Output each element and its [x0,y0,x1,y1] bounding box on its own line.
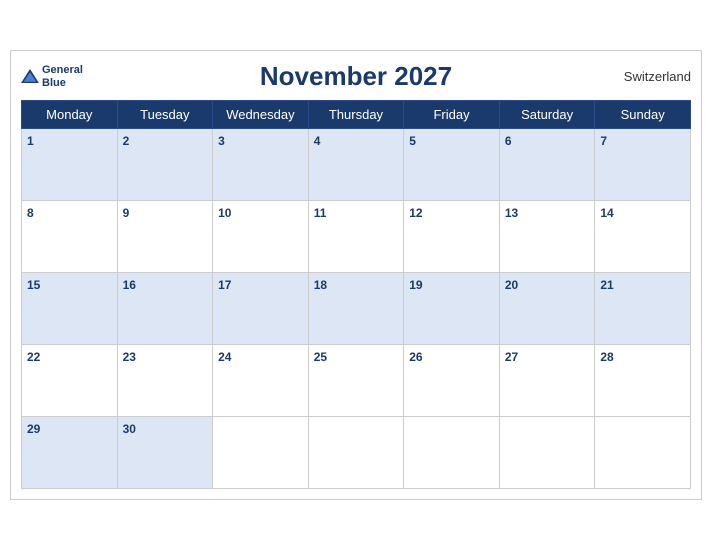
header-saturday: Saturday [499,101,595,129]
general-blue-logo-icon [21,69,39,83]
day-cell-8: 8 [22,201,118,273]
day-cell-7: 7 [595,129,691,201]
day-number-26: 26 [409,350,422,364]
day-number-15: 15 [27,278,40,292]
empty-cell [308,417,404,489]
day-number-30: 30 [123,422,136,436]
day-cell-19: 19 [404,273,500,345]
day-cell-2: 2 [117,129,213,201]
calendar-header: General Blue November 2027 Switzerland [21,61,691,92]
day-cell-26: 26 [404,345,500,417]
calendar-week-row: 15 16 17 18 19 20 21 [22,273,691,345]
calendar-week-row: 22 23 24 25 26 27 28 [22,345,691,417]
empty-cell [404,417,500,489]
header-tuesday: Tuesday [117,101,213,129]
day-cell-30: 30 [117,417,213,489]
day-number-8: 8 [27,206,34,220]
day-cell-12: 12 [404,201,500,273]
day-cell-3: 3 [213,129,309,201]
header-monday: Monday [22,101,118,129]
calendar-week-row: 29 30 [22,417,691,489]
day-cell-23: 23 [117,345,213,417]
day-cell-16: 16 [117,273,213,345]
day-number-12: 12 [409,206,422,220]
day-cell-27: 27 [499,345,595,417]
day-cell-4: 4 [308,129,404,201]
day-number-27: 27 [505,350,518,364]
day-number-18: 18 [314,278,327,292]
day-cell-5: 5 [404,129,500,201]
day-number-22: 22 [27,350,40,364]
day-number-9: 9 [123,206,130,220]
day-number-19: 19 [409,278,422,292]
day-number-6: 6 [505,134,512,148]
day-cell-28: 28 [595,345,691,417]
day-cell-14: 14 [595,201,691,273]
day-number-10: 10 [218,206,231,220]
day-cell-24: 24 [213,345,309,417]
day-number-20: 20 [505,278,518,292]
day-number-28: 28 [600,350,613,364]
day-number-25: 25 [314,350,327,364]
calendar-week-row: 1 2 3 4 5 6 7 [22,129,691,201]
day-cell-15: 15 [22,273,118,345]
header-thursday: Thursday [308,101,404,129]
day-cell-25: 25 [308,345,404,417]
day-cell-29: 29 [22,417,118,489]
day-cell-13: 13 [499,201,595,273]
calendar-container: General Blue November 2027 Switzerland M… [10,50,702,500]
calendar-table: Monday Tuesday Wednesday Thursday Friday… [21,100,691,489]
logo-blue-text: Blue [42,77,83,89]
day-number-24: 24 [218,350,231,364]
day-number-21: 21 [600,278,613,292]
logo-general-text: General [42,64,83,76]
day-number-2: 2 [123,134,130,148]
day-number-1: 1 [27,134,34,148]
day-cell-18: 18 [308,273,404,345]
day-number-11: 11 [314,206,327,220]
day-cell-21: 21 [595,273,691,345]
day-cell-11: 11 [308,201,404,273]
day-number-29: 29 [27,422,40,436]
country-label: Switzerland [624,69,691,84]
day-number-23: 23 [123,350,136,364]
day-number-4: 4 [314,134,321,148]
header-sunday: Sunday [595,101,691,129]
header-wednesday: Wednesday [213,101,309,129]
empty-cell [499,417,595,489]
header-friday: Friday [404,101,500,129]
day-number-16: 16 [123,278,136,292]
day-cell-9: 9 [117,201,213,273]
day-number-5: 5 [409,134,416,148]
day-number-13: 13 [505,206,518,220]
empty-cell [213,417,309,489]
day-cell-6: 6 [499,129,595,201]
day-number-7: 7 [600,134,607,148]
day-cell-20: 20 [499,273,595,345]
logo-area: General Blue [21,64,83,88]
calendar-week-row: 8 9 10 11 12 13 14 [22,201,691,273]
empty-cell [595,417,691,489]
day-cell-1: 1 [22,129,118,201]
day-number-17: 17 [218,278,231,292]
month-year-title: November 2027 [260,61,452,92]
calendar-body: 1234567891011121314151617181920212223242… [22,129,691,489]
weekday-header-row: Monday Tuesday Wednesday Thursday Friday… [22,101,691,129]
day-number-3: 3 [218,134,225,148]
day-cell-17: 17 [213,273,309,345]
day-number-14: 14 [600,206,613,220]
day-cell-10: 10 [213,201,309,273]
day-cell-22: 22 [22,345,118,417]
